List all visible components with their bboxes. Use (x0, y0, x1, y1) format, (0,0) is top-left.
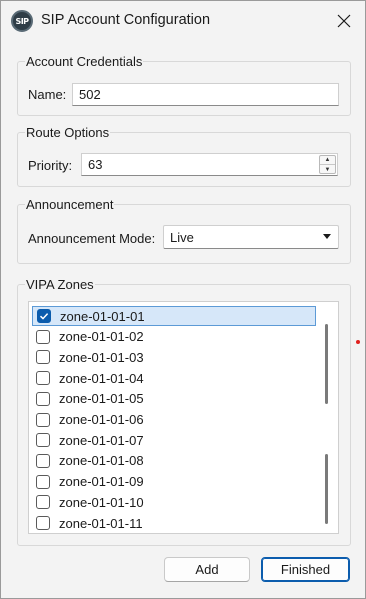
announcement-mode-value: Live (170, 230, 194, 245)
zone-label: zone-01-01-10 (59, 494, 144, 510)
zone-checkbox[interactable] (36, 371, 50, 386)
zone-label: zone-01-01-03 (59, 349, 144, 365)
marker-dot (356, 340, 360, 344)
zone-checkbox[interactable] (36, 391, 50, 406)
zone-checkbox[interactable] (36, 516, 50, 530)
finished-button[interactable]: Finished (261, 557, 350, 582)
zone-list-item[interactable]: zone-01-01-04 (32, 368, 316, 388)
vipa-zones-group-label: VIPA Zones (25, 277, 95, 292)
zone-list-item[interactable]: zone-01-01-06 (32, 410, 316, 430)
zone-list-item[interactable]: zone-01-01-01 (32, 306, 316, 326)
zone-label: zone-01-01-09 (59, 474, 144, 490)
zone-list-item[interactable]: zone-01-01-08 (32, 451, 316, 471)
zone-label: zone-01-01-08 (59, 453, 144, 469)
spin-up-icon[interactable]: ▲ (320, 156, 335, 165)
zone-list[interactable]: zone-01-01-01 zone-01-01-02 zone-01-01-03 z… (28, 301, 339, 534)
name-label: Name: (28, 87, 67, 102)
spin-down-icon[interactable]: ▼ (320, 165, 335, 174)
zone-label: zone-01-01-06 (59, 412, 144, 427)
zone-list-item[interactable]: zone-01-01-11 (32, 513, 316, 533)
zone-label: zone-01-01-11 (59, 515, 143, 531)
announcement-mode-label: Announcement Mode: (28, 231, 156, 246)
priority-value: 63 (88, 157, 103, 172)
zone-checkbox[interactable] (36, 453, 50, 468)
zone-list-item[interactable]: zone-01-01-05 (32, 389, 316, 409)
priority-label: Priority: (28, 158, 73, 173)
zone-checkbox[interactable] (36, 474, 50, 489)
zone-label: zone-01-01-07 (59, 432, 144, 448)
zone-label: zone-01-01-01 (60, 308, 145, 324)
zone-list-item[interactable]: zone-01-01-09 (32, 472, 316, 492)
add-button[interactable]: Add (164, 557, 250, 582)
zone-label: zone-01-01-02 (59, 329, 144, 345)
priority-spin-buttons[interactable]: ▲ ▼ (319, 155, 336, 174)
zone-list-item[interactable]: zone-01-01-07 (32, 430, 316, 450)
chevron-down-icon (323, 234, 331, 239)
name-field[interactable]: 502 (72, 83, 339, 106)
route-options-group-label: Route Options (25, 125, 111, 140)
zone-label: zone-01-01-04 (59, 370, 144, 386)
close-icon (337, 14, 351, 28)
app-logo-text: SIP (15, 16, 29, 26)
priority-stepper[interactable]: 63 ▲ ▼ (81, 153, 338, 176)
zone-checkbox[interactable] (36, 495, 50, 510)
zone-checkbox[interactable] (36, 329, 50, 344)
zone-checkbox-checked[interactable] (37, 309, 51, 323)
app-logo-icon: SIP (11, 10, 33, 32)
zone-list-item[interactable]: zone-01-01-02 (32, 327, 316, 347)
announcement-group-label: Announcement (25, 197, 115, 212)
zone-label: zone-01-01-05 (59, 391, 144, 407)
window-title: SIP Account Configuration (41, 12, 211, 28)
zone-list-item[interactable]: zone-01-01-10 (32, 492, 316, 512)
close-button[interactable] (329, 7, 359, 35)
scrollbar-thumb-lower[interactable] (325, 454, 328, 524)
credentials-group-label: Account Credentials (25, 54, 144, 69)
announcement-mode-select[interactable]: Live (163, 225, 339, 249)
zone-checkbox[interactable] (36, 433, 50, 448)
zone-list-scrollbar[interactable] (325, 324, 328, 524)
zone-checkbox[interactable] (36, 412, 50, 427)
scrollbar-thumb-upper[interactable] (325, 324, 328, 404)
sip-account-dialog: SIP SIP Account Configuration Account Cr… (0, 0, 366, 599)
zone-list-item[interactable]: zone-01-01-03 (32, 347, 316, 367)
title-bar[interactable]: SIP SIP Account Configuration (1, 1, 365, 41)
zone-checkbox[interactable] (36, 350, 50, 365)
checkmark-icon (39, 313, 49, 320)
